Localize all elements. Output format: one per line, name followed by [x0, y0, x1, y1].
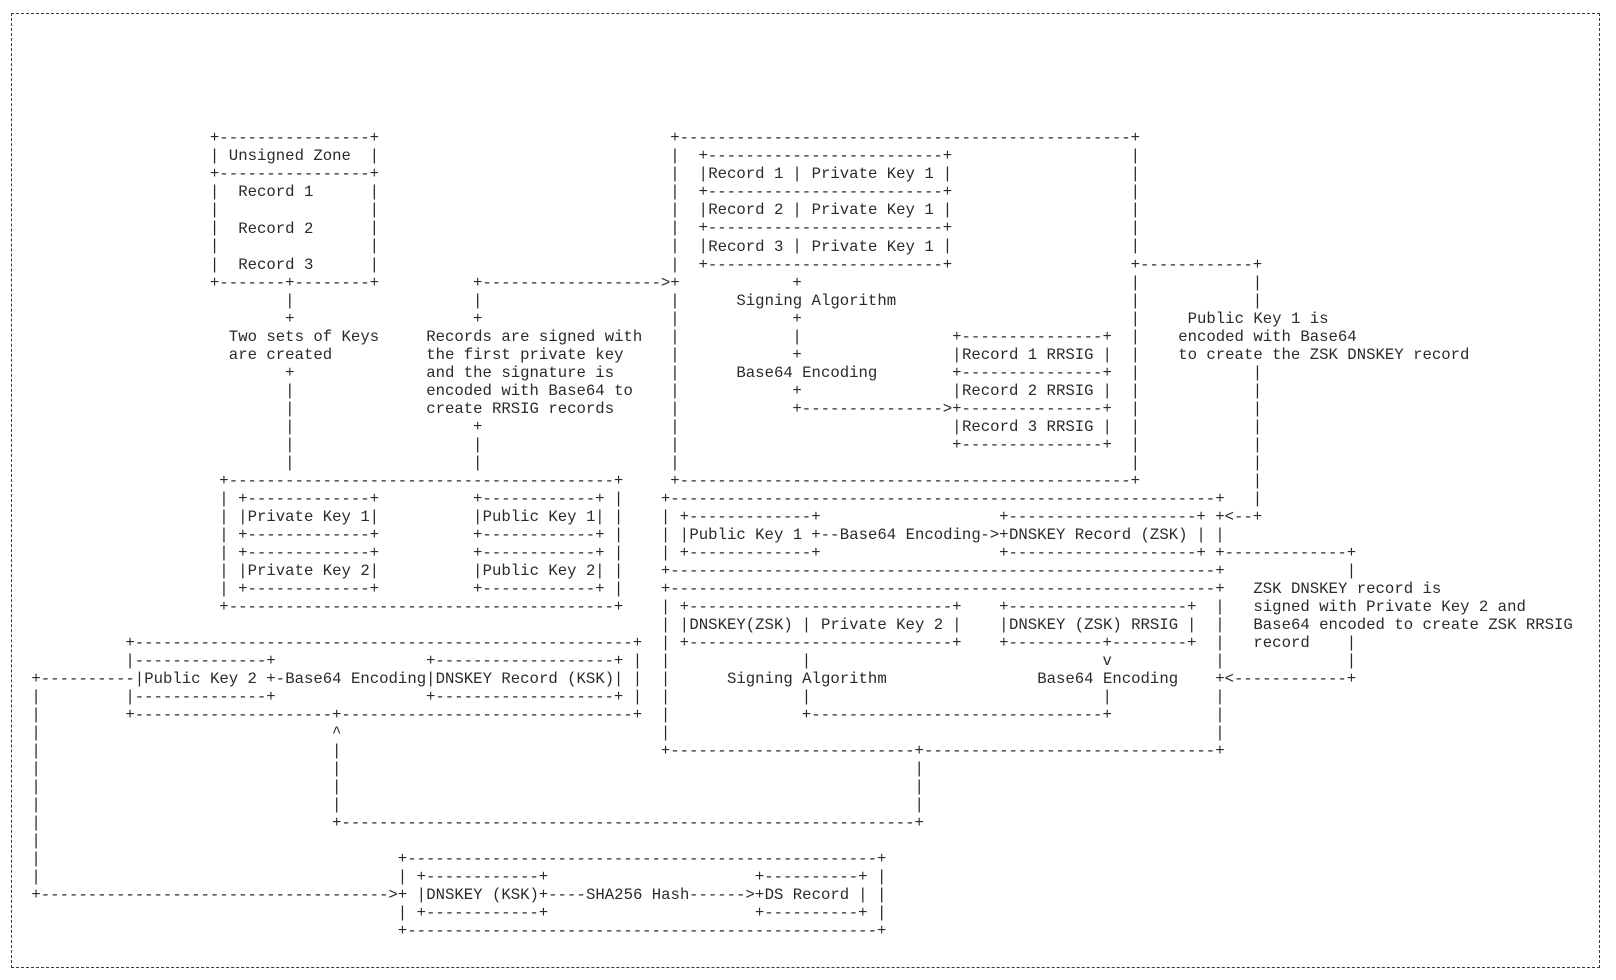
diagram-connector-row: +---------------------------------------…	[31, 922, 887, 941]
note-records-signed: and the signature is	[426, 363, 615, 382]
diagram-connector-row: | | |	[31, 777, 924, 796]
signing-key: Private Key 1	[811, 165, 934, 184]
zsk-rrsig-record: DNSKEY (ZSK) RRSIG	[1009, 615, 1179, 634]
note-records-signed: Records are signed with	[426, 327, 643, 346]
note-keys-created: Two sets of Keys	[228, 327, 380, 346]
diagram-connector-row: | | | | | | | +-------------+ +---------…	[31, 507, 1263, 526]
diagram-connector-row: +---------------------------------------…	[31, 633, 1357, 652]
unsigned-record: Record 3	[238, 255, 314, 274]
ds-record: DS Record	[764, 886, 850, 905]
zsk-encoding-label: Base64 Encoding	[839, 525, 981, 544]
diagram-connector-row: +----------------+ +--------------------…	[31, 129, 1141, 148]
diagram-connector-row: | | | +---------------+ | |	[31, 435, 1263, 454]
diagram-connector-row: | +-------------------------------------…	[31, 850, 887, 869]
zsk-sign-input: DNSKEY(ZSK)	[689, 615, 793, 634]
diagram-connector-row: | +------------+ +----------+ |	[31, 904, 887, 923]
diagram-connector-row: +----------------+ | | | | |	[31, 165, 1141, 184]
private-key-2: Private Key 2	[247, 561, 370, 580]
diagram-connector-row: | | |	[31, 759, 924, 778]
diagram-connector-row: + | +---------------+ | |	[31, 363, 1263, 382]
diagram-connector-row: | | +--------------------------+--------…	[31, 741, 1225, 760]
unsigned-record: Record 2	[238, 219, 314, 238]
rrsig-record: Record 3 RRSIG	[962, 417, 1094, 436]
diagram-connector-row: | | | | | | +---------------------------…	[31, 561, 1357, 580]
public-key-1: Public Key 1	[482, 507, 596, 526]
diagram-connector-row: |--------------+ +-------------------+ |…	[31, 651, 1357, 670]
diagram-connector-row: | | | +-------------------------+ |	[31, 183, 1141, 202]
note-zsk-encoded: to create the ZSK DNSKEY record	[1178, 345, 1470, 364]
note-zsk-signed: signed with Private Key 2 and	[1253, 597, 1526, 616]
note-records-signed: create RRSIG records	[426, 399, 615, 418]
signing-record: Record 1	[708, 165, 784, 184]
diagram-connector-row: | |--------------+ +-------------------+…	[31, 687, 1225, 706]
ksk-encoding-label: Base64 Encoding	[285, 670, 427, 688]
note-keys-created: are created	[228, 345, 333, 364]
ksk-dnskey-record: DNSKEY Record (KSK)	[435, 670, 615, 688]
zsk-sign-key: Private Key 2	[821, 615, 944, 634]
diagram-connector-row: | +-------------------------------------…	[31, 813, 924, 832]
rrsig-record: Record 2 RRSIG	[962, 381, 1094, 400]
diagram-connector-row: | ^ | |	[31, 723, 1225, 742]
diagram-connector-row: | +-------------+ +------------+ | | +--…	[31, 543, 1357, 562]
diagram-connector-row: +---------------------------------------…	[31, 471, 1263, 490]
diagram-connector-row: | | |	[31, 795, 924, 814]
signing-record: Record 3	[708, 237, 784, 256]
diagram-connector-row: | + | | | | |	[31, 417, 1263, 436]
note-zsk-signed: record	[1253, 633, 1310, 652]
diagram-connector-row: +---------------------------------------…	[31, 597, 1225, 616]
diagram-connector-row: | | | | |	[31, 453, 1263, 472]
diagram-connector-row: + + | + |	[31, 309, 1141, 328]
zsk-dnskey-record: DNSKEY Record (ZSK)	[1009, 525, 1188, 544]
diagram-connector-row: | | + | | | |	[31, 381, 1263, 400]
base64-encoding-label: Base64 Encoding	[736, 363, 878, 382]
rrsig-record: Record 1 RRSIG	[962, 345, 1094, 364]
diagram-connector-row: | | | +-------------------------+ |	[31, 219, 1141, 238]
diagram-connector-row: |	[31, 832, 41, 850]
unsigned-zone-title: Unsigned Zone	[228, 147, 351, 166]
signing-algorithm-label: Signing Algorithm	[736, 291, 897, 310]
diagram-connector-row: | | | +-------------------------+ +-----…	[31, 255, 1263, 274]
note-records-signed: the first private key	[426, 345, 624, 364]
diagram-connector-row: | | +------------+ +----------+ |	[31, 868, 887, 887]
private-key-1: Private Key 1	[247, 507, 370, 526]
zsk-signing-algorithm-label: Signing Algorithm	[727, 670, 887, 688]
diagram-connector-row: | +-------------+ +------------+ | +----…	[31, 489, 1263, 508]
signing-key: Private Key 1	[811, 201, 934, 220]
diagram-connector-row: | | | | | | |	[31, 237, 1141, 256]
public-key-2: Public Key 2	[482, 561, 596, 580]
note-zsk-signed: Base64 encoded to create ZSK RRSIG	[1253, 615, 1573, 634]
diagram-connector-row: +------------------------------------->+…	[31, 886, 887, 905]
unsigned-record: Record 1	[238, 183, 314, 202]
zsk-rrsig-encoding-label: Base64 Encoding	[1037, 670, 1179, 688]
signing-key: Private Key 1	[811, 237, 934, 256]
ksk-public-key: Public Key 2	[144, 670, 257, 688]
note-zsk-encoded: encoded with Base64	[1178, 327, 1357, 346]
signing-record: Record 2	[708, 201, 784, 220]
diagram-connector-row: | +---------------------+---------------…	[31, 705, 1225, 724]
ds-input-dnskey: DNSKEY (KSK)	[426, 886, 539, 905]
diagram-connector-row: | | +--------------->+---------------+ |…	[31, 399, 1263, 418]
note-records-signed: encoded with Base64 to	[426, 381, 633, 400]
note-zsk-signed: ZSK DNSKEY record is	[1253, 579, 1442, 598]
sha256-hash-label: SHA256 Hash	[586, 886, 690, 905]
note-zsk-encoded: Public Key 1 is	[1187, 309, 1329, 328]
diagram-connector-row: +-------+--------+ +------------------->…	[31, 273, 1263, 292]
diagram-connector-row: | | | | |	[31, 291, 1263, 310]
diagram-connector-row: | +-------------+ +------------+ | +----…	[31, 579, 1225, 598]
zsk-public-key: Public Key 1	[689, 525, 803, 544]
diagram-connector-row: | | | | | | |	[31, 201, 1141, 220]
